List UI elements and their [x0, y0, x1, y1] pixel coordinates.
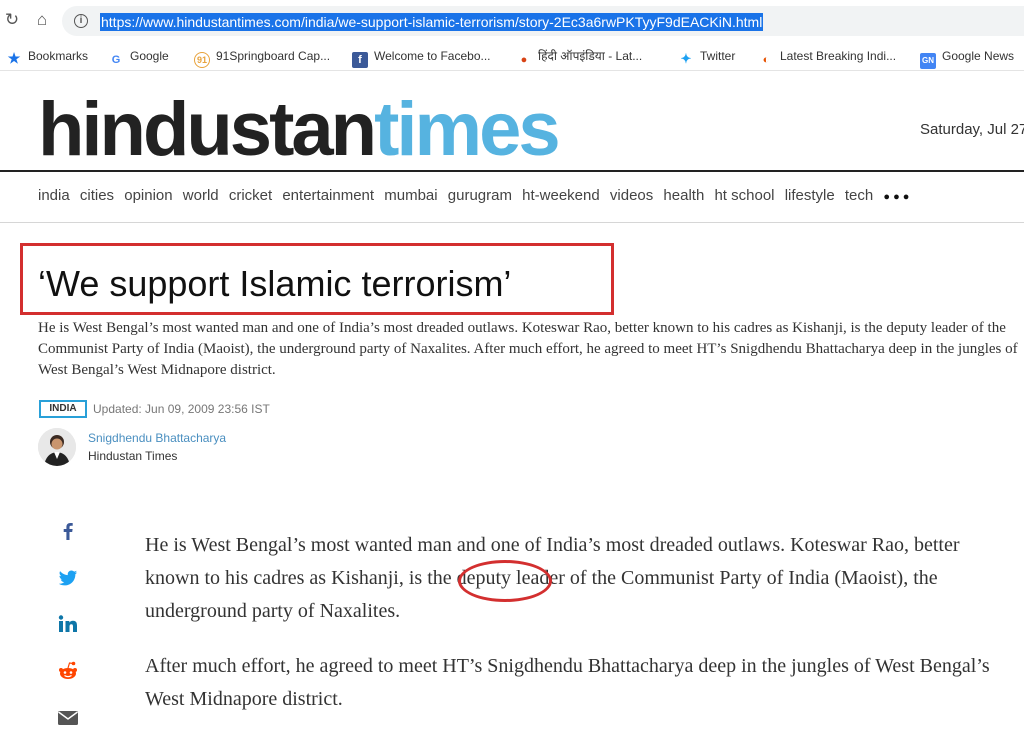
nav-divider — [0, 222, 1024, 223]
google-news-icon: GN — [920, 53, 936, 69]
twitter-share-icon[interactable] — [57, 567, 79, 589]
twitter-icon: ✦ — [680, 51, 692, 66]
facebook-icon: f — [352, 52, 368, 68]
nav-item-tech[interactable]: tech — [845, 187, 873, 204]
kishanji-highlight-circle — [458, 560, 552, 602]
nav-item-ht-school[interactable]: ht school — [714, 187, 774, 204]
article-summary: He is West Bengal’s most wanted man and … — [38, 320, 1018, 378]
bookmark-91springboard[interactable]: 91 91Springboard Cap... — [194, 47, 330, 68]
site-logo[interactable]: hindustantimes — [38, 92, 561, 168]
article-paragraph: After much effort, he agreed to meet HT’… — [145, 655, 990, 710]
publication-name: Hindustan Times — [88, 449, 178, 463]
nav-item-india[interactable]: india — [38, 187, 70, 204]
address-bar[interactable]: i https://www.hindustantimes.com/india/w… — [62, 6, 1024, 36]
home-icon[interactable]: ⌂ — [32, 10, 52, 30]
opindia-icon: ● — [520, 54, 528, 66]
article-headline: ‘We support Islamic terrorism’ — [38, 263, 512, 304]
header-date: Saturday, Jul 27 — [920, 121, 1024, 138]
nav-item-cricket[interactable]: cricket — [229, 187, 272, 204]
linkedin-share-icon[interactable] — [57, 613, 79, 635]
nav-item-entertainment[interactable]: entertainment — [282, 187, 374, 204]
nav-item-videos[interactable]: videos — [610, 187, 653, 204]
author-photo — [38, 428, 76, 466]
bookmark-google[interactable]: G Google — [108, 47, 169, 68]
bookmark-twitter[interactable]: ✦ Twitter — [678, 47, 736, 67]
bookmarks-bar: ★ Bookmarks G Google 91 91Springboard Cap..… — [0, 42, 1024, 71]
info-icon[interactable]: i — [74, 14, 88, 28]
facebook-share-icon[interactable] — [57, 520, 79, 542]
news-icon: ◐ — [762, 54, 770, 66]
bookmark-facebook[interactable]: f Welcome to Facebo... — [352, 47, 491, 68]
nav-item-ht-weekend[interactable]: ht-weekend — [522, 187, 600, 204]
browser-toolbar: ↻ ⌂ i https://www.hindustantimes.com/ind… — [0, 0, 1024, 42]
bookmark-google-news[interactable]: GN Google News — [920, 47, 1014, 69]
nav-item-opinion[interactable]: opinion — [124, 187, 172, 204]
nav-item-cities[interactable]: cities — [80, 187, 114, 204]
reddit-share-icon[interactable] — [57, 660, 79, 682]
nav-item-health[interactable]: health — [663, 187, 704, 204]
nav-item-gurugram[interactable]: gurugram — [448, 187, 512, 204]
section-tag[interactable]: INDIA — [39, 400, 87, 418]
author-avatar[interactable] — [38, 428, 76, 466]
article-paragraph: He is West Bengal’s most wanted man and … — [145, 534, 960, 622]
bookmark-opindia[interactable]: ● हिंदी ऑपइंडिया - Lat... — [516, 47, 643, 68]
main-nav: india cities opinion world cricket enter… — [38, 187, 918, 209]
author-name[interactable]: Snigdhendu Bhattacharya — [88, 431, 226, 445]
reload-icon[interactable]: ↻ — [2, 10, 22, 30]
nav-item-mumbai[interactable]: mumbai — [384, 187, 437, 204]
header-divider — [0, 170, 1024, 172]
star-icon: ★ — [7, 50, 21, 66]
url-text[interactable]: https://www.hindustantimes.com/india/we-… — [100, 13, 764, 31]
email-share-icon[interactable] — [57, 707, 79, 729]
bookmark-bookmarks[interactable]: ★ Bookmarks — [6, 47, 88, 66]
updated-timestamp: Updated: Jun 09, 2009 23:56 IST — [93, 402, 270, 416]
more-menu-icon[interactable]: ●●● — [883, 191, 912, 203]
nav-item-world[interactable]: world — [183, 187, 219, 204]
bookmark-latest-news[interactable]: ◐ Latest Breaking Indi... — [758, 47, 896, 68]
springboard-icon: 91 — [194, 52, 210, 68]
nav-item-lifestyle[interactable]: lifestyle — [785, 187, 835, 204]
google-icon: G — [111, 54, 121, 66]
